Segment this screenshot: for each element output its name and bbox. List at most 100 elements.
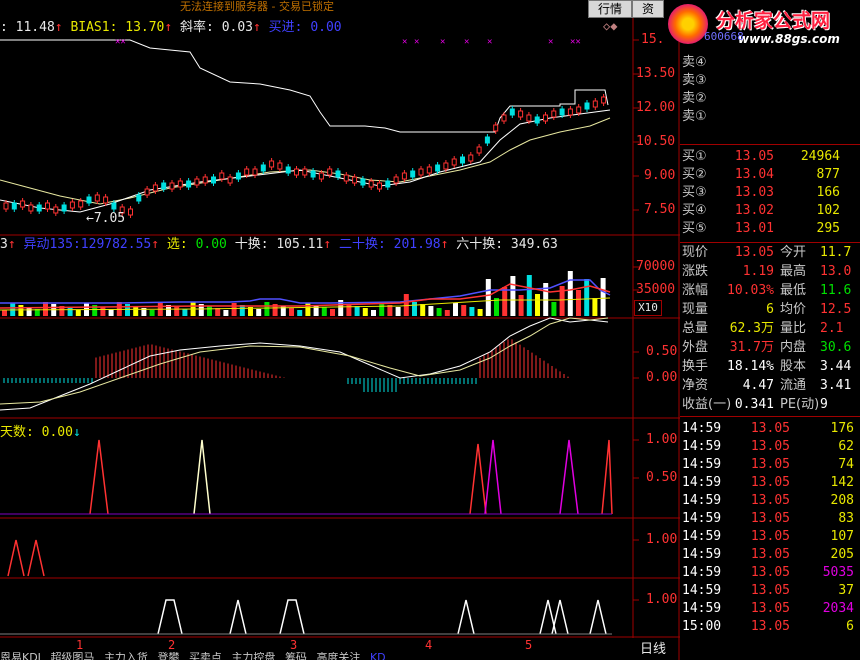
volume-bar xyxy=(346,304,352,316)
volume-bar xyxy=(592,298,598,316)
buy-value: 0.00 xyxy=(310,20,342,35)
tab-super[interactable]: 超级图马 xyxy=(50,652,94,660)
svg-text:✕: ✕ xyxy=(414,37,419,47)
volume-bar xyxy=(75,310,81,316)
tick-row: 14:59 13.05 62 xyxy=(680,438,860,456)
candle-body xyxy=(493,124,499,132)
tick-time: 15:00 xyxy=(682,619,722,634)
candle-body xyxy=(377,182,382,190)
tab-focus[interactable]: 高度关注 xyxy=(316,652,360,660)
candle-body xyxy=(310,170,316,178)
candle-body xyxy=(501,114,507,122)
candle-body xyxy=(426,166,432,174)
stat-value: 1.19 xyxy=(742,264,774,279)
tick-time: 14:59 xyxy=(682,439,722,454)
candle-body xyxy=(592,100,598,108)
volume-bar xyxy=(477,309,483,316)
stat-row: 总量 62.3万 量比 2.1 xyxy=(680,320,860,338)
bid-row-2: 买② 13.04 877 xyxy=(682,167,840,182)
y-tick-signal3-0: 1.00 xyxy=(646,592,678,607)
tick-list[interactable]: 14:59 13.05 176 14:59 13.05 62 14:59 13.05 74 14:… xyxy=(680,420,860,660)
stat-label: 总量 xyxy=(682,321,709,336)
tick-volume: 176 xyxy=(830,421,854,436)
candle-body xyxy=(543,114,548,122)
tick-time: 14:59 xyxy=(682,529,722,544)
candle-body xyxy=(551,110,557,118)
candle-body xyxy=(36,204,42,212)
volume-bar xyxy=(576,290,581,316)
stat-value: 18.14% xyxy=(727,359,774,374)
y-tick-main-2: 12.00 xyxy=(636,100,676,115)
bias-label: BIAS1: xyxy=(70,20,118,35)
candle-body xyxy=(401,172,407,180)
tab-quote[interactable]: 行情 xyxy=(588,0,632,18)
candle-body xyxy=(103,196,109,204)
candle-body xyxy=(443,162,449,170)
stock-chart[interactable]: ✕✕ ✕ ✕ ✕ ✕ ✕ ✕ ✕✕ xyxy=(0,0,680,660)
candle-body xyxy=(360,178,366,186)
logo-text: 分析家公式网 xyxy=(716,10,831,32)
tick-row: 14:59 13.05 5035 xyxy=(680,564,860,582)
candle-body xyxy=(352,176,358,184)
stat-label: 现量 xyxy=(682,302,709,317)
candle-body xyxy=(244,168,250,176)
candle-body xyxy=(20,200,26,208)
x-label-5: 5 xyxy=(525,638,533,652)
stat-label: 股本 xyxy=(780,359,807,374)
candlesticks xyxy=(3,94,607,218)
tab-buysell[interactable]: 买卖点 xyxy=(189,652,222,660)
candle-body xyxy=(144,188,150,196)
candle-body xyxy=(194,178,200,186)
tick-volume: 107 xyxy=(830,529,854,544)
stat-label: 现价 xyxy=(682,245,709,260)
tab-chips[interactable]: 筹码 xyxy=(285,652,307,660)
ask-row-2: 卖② xyxy=(682,91,707,106)
flower-logo-icon xyxy=(668,4,708,44)
tab-main-force[interactable]: 主力入货 xyxy=(104,652,148,660)
volume-bar xyxy=(133,306,139,316)
indicator-tabs: 恩易KDJ 超级图马 主力入货 登攀 买卖点 主力控盘 筹码 高度关注 KD xyxy=(0,652,633,660)
candle-body xyxy=(518,110,524,118)
tick-row: 14:59 13.05 205 xyxy=(680,546,860,564)
nav-arrows-icon[interactable]: ◇◆ xyxy=(603,19,617,33)
period-label[interactable]: 日线 xyxy=(640,638,666,657)
tick-time: 14:59 xyxy=(682,475,722,490)
y-tick-signal-1: 0.50 xyxy=(646,470,678,485)
stat-label: 流通 xyxy=(780,378,807,393)
candle-body xyxy=(476,146,482,154)
svg-text:✕✕: ✕✕ xyxy=(570,37,581,47)
volume-bar xyxy=(502,287,508,316)
tick-price: 13.05 xyxy=(750,439,790,454)
volume-indicator-header: 3↑ 异动135:129782.55↑ 选: 0.00 十换: 105.11↑ … xyxy=(0,237,558,252)
volume-bar xyxy=(453,303,458,316)
tab-kd[interactable]: KD xyxy=(370,652,386,660)
tick-time: 14:59 xyxy=(682,511,722,526)
candle-body xyxy=(385,180,391,188)
y-tick-main-4: 9.00 xyxy=(644,168,676,183)
candle-body xyxy=(418,168,424,176)
volume-bar xyxy=(125,304,130,316)
candle-body xyxy=(136,194,142,202)
stat-label: PE(动) xyxy=(780,397,820,412)
bid-row-3: 买③ 13.03 166 xyxy=(682,185,840,200)
tick-price: 13.05 xyxy=(750,619,790,634)
candle-body xyxy=(576,106,582,114)
tab-control[interactable]: 主力控盘 xyxy=(231,652,275,660)
tab-kdj[interactable]: 恩易KDJ xyxy=(0,652,41,660)
candle-body xyxy=(393,176,399,184)
candle-body xyxy=(260,164,266,172)
svg-text:✕: ✕ xyxy=(440,37,445,47)
volume-bar xyxy=(412,302,417,316)
candle-body xyxy=(3,202,9,210)
volume-bar xyxy=(182,309,188,316)
days-value: 0.00 xyxy=(41,425,73,440)
tick-price: 13.05 xyxy=(750,511,790,526)
tick-volume: 205 xyxy=(830,547,854,562)
stat-row: 收益(一) 0.341 PE(动) 9 xyxy=(680,396,860,414)
tick-volume: 2034 xyxy=(822,601,854,616)
tick-row: 14:59 13.05 107 xyxy=(680,528,860,546)
volume-bar xyxy=(223,310,229,316)
candle-body xyxy=(78,200,84,208)
tab-climb[interactable]: 登攀 xyxy=(157,652,179,660)
stat-value: 11.6 xyxy=(820,283,852,298)
